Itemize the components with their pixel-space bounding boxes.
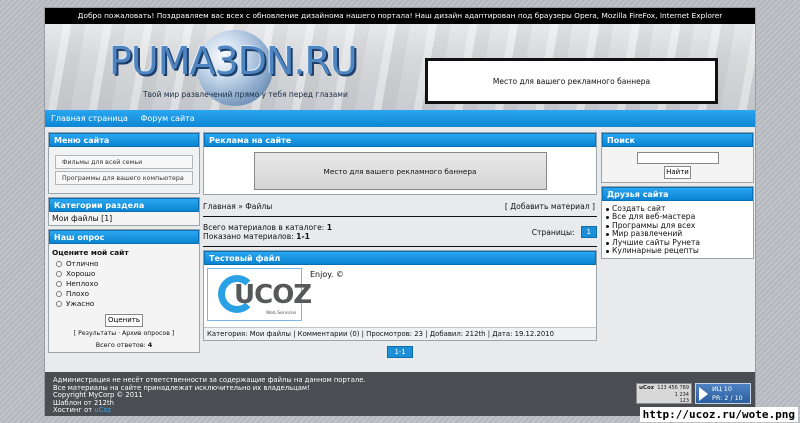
stats-text: Всего материалов в каталоге: 1 Показано … bbox=[203, 223, 332, 241]
ad-title: Реклама на сайте bbox=[204, 133, 596, 147]
poll-links[interactable]: [ Результаты · Архив опросов ] bbox=[52, 330, 196, 337]
poll-body: Оцените мой сайт Отлично Хорошо Неплохо … bbox=[49, 244, 199, 352]
poll-title: Наш опрос bbox=[49, 230, 199, 244]
category-my-files[interactable]: Мои файлы [1] bbox=[49, 212, 199, 225]
poll-question: Оцените мой сайт bbox=[52, 248, 129, 257]
friends-title: Друзья сайта bbox=[602, 187, 753, 201]
poll-block: Наш опрос Оцените мой сайт Отлично Хорош… bbox=[48, 229, 200, 353]
shown-label: Показано материалов: bbox=[203, 232, 294, 241]
arrow-icon bbox=[699, 387, 708, 401]
bottom-page-button[interactable]: 1-1 bbox=[387, 346, 413, 358]
entry-body: UCOZ Web Services Enjoy. © bbox=[204, 265, 596, 327]
poll-option[interactable]: Ужасно bbox=[52, 299, 196, 309]
mid-ad-banner[interactable]: Место для вашего рекламного баннера bbox=[253, 152, 547, 190]
friend-link[interactable]: Кулинарные рецепты bbox=[606, 246, 749, 255]
main-column: Реклама на сайте Место для вашего реклам… bbox=[203, 132, 597, 358]
menu-title: Меню сайта bbox=[49, 133, 199, 147]
right-column: Поиск Найти Друзья сайта Создать сайт Вс… bbox=[601, 132, 754, 262]
content-area: Меню сайта Фильмы для всей семьи Програм… bbox=[45, 127, 755, 358]
nav-home-link[interactable]: Главная страница bbox=[51, 114, 128, 123]
radio-icon[interactable] bbox=[56, 291, 62, 297]
top-ad-banner[interactable]: Место для вашего рекламного баннера bbox=[425, 58, 718, 104]
site-logo[interactable]: PUMA3DN.RU bbox=[109, 40, 358, 82]
divider bbox=[203, 246, 597, 247]
poll-option-label: Отлично bbox=[66, 259, 99, 268]
ad-block: Реклама на сайте Место для вашего реклам… bbox=[203, 132, 597, 195]
file-entry: Тестовый файл UCOZ Web Services Enjoy. ©… bbox=[203, 250, 597, 341]
search-title: Поиск bbox=[602, 133, 753, 147]
poll-option[interactable]: Плохо bbox=[52, 289, 196, 299]
vote-button[interactable]: Оценить bbox=[105, 314, 143, 327]
friends-list: Создать сайт Все для веб-мастера Програм… bbox=[602, 201, 753, 259]
poll-total-label: Всего ответов: bbox=[95, 341, 146, 349]
counter-value: 123 bbox=[679, 398, 689, 404]
welcome-bar: Добро пожаловать! Поздравляем вас всех с… bbox=[45, 8, 755, 24]
ucoz-logo-sub: Web Services bbox=[266, 311, 297, 316]
pager: Страницы: 1 bbox=[532, 223, 597, 241]
total-value: 1 bbox=[326, 223, 333, 232]
watermark-url: http://ucoz.ru/wote.png bbox=[639, 407, 798, 422]
yandex-cy-counter[interactable]: ИЦ 10 PR: 2 / 10 bbox=[695, 383, 751, 404]
main-nav: Главная страница Форум сайта bbox=[45, 110, 755, 127]
shown-value: 1-1 bbox=[296, 232, 310, 241]
search-button[interactable]: Найти bbox=[664, 166, 691, 179]
categories-title: Категории раздела bbox=[49, 198, 199, 212]
menu-item-programs[interactable]: Программы для вашего компьютера bbox=[55, 171, 193, 185]
poll-option[interactable]: Хорошо bbox=[52, 269, 196, 279]
menu-list: Фильмы для всей семьи Программы для ваше… bbox=[49, 147, 199, 193]
site-slogan: Твой мир развлечений прямо у тебя перед … bbox=[143, 90, 348, 99]
poll-total: Всего ответов: 4 bbox=[52, 341, 196, 349]
poll-option-label: Плохо bbox=[66, 289, 90, 298]
search-body: Найти bbox=[602, 147, 753, 182]
page: Добро пожаловать! Поздравляем вас всех с… bbox=[44, 7, 756, 416]
ucoz-logo[interactable]: UCOZ Web Services bbox=[207, 268, 312, 321]
breadcrumb[interactable]: Главная » Файлы bbox=[203, 202, 272, 212]
poll-total-value: 4 bbox=[147, 341, 153, 349]
poll-option-label: Неплохо bbox=[66, 279, 99, 288]
shown-materials: Показано материалов: 1-1 bbox=[203, 232, 332, 241]
poll-option[interactable]: Отлично bbox=[52, 259, 196, 269]
categories-block: Категории раздела Мои файлы [1] bbox=[48, 197, 200, 226]
add-material-link[interactable]: [ Добавить материал ] bbox=[505, 202, 595, 212]
page-button[interactable]: 1 bbox=[580, 226, 597, 238]
menu-block: Меню сайта Фильмы для всей семьи Програм… bbox=[48, 132, 200, 194]
poll-option-label: Ужасно bbox=[66, 299, 95, 308]
radio-icon[interactable] bbox=[56, 271, 62, 277]
poll-option[interactable]: Неплохо bbox=[52, 279, 196, 289]
search-input[interactable] bbox=[636, 152, 719, 164]
radio-icon[interactable] bbox=[56, 261, 62, 267]
ucoz-link[interactable]: uCoz bbox=[94, 406, 111, 415]
pr-value: PR: 2 / 10 bbox=[712, 394, 743, 402]
entry-text: Enjoy. © bbox=[310, 270, 344, 279]
ucoz-counter[interactable]: uCoz 123 456 789 1 234 123 bbox=[636, 383, 692, 404]
bottom-pager: 1-1 bbox=[203, 346, 597, 358]
nav-forum-link[interactable]: Форум сайта bbox=[140, 114, 194, 123]
ad-body: Место для вашего рекламного баннера bbox=[204, 147, 596, 194]
menu-item-films[interactable]: Фильмы для всей семьи bbox=[55, 155, 193, 169]
divider bbox=[203, 216, 597, 217]
counter-label: uCoz bbox=[639, 385, 654, 391]
search-block: Поиск Найти bbox=[601, 132, 754, 183]
total-label: Всего материалов в каталоге: bbox=[203, 223, 325, 232]
site-header: PUMA3DN.RU Твой мир развлечений прямо у … bbox=[45, 24, 755, 110]
footer-hosting-label: Хостинг от bbox=[53, 406, 93, 415]
catalog-stats: Всего материалов в каталоге: 1 Показано … bbox=[203, 223, 597, 241]
radio-icon[interactable] bbox=[56, 301, 62, 307]
poll-option-label: Хорошо bbox=[66, 269, 96, 278]
left-column: Меню сайта Фильмы для всей семьи Програм… bbox=[48, 132, 200, 356]
cy-value: ИЦ 10 bbox=[712, 385, 732, 393]
entry-title[interactable]: Тестовый файл bbox=[204, 251, 596, 265]
entry-meta: Категория: Мои файлы | Комментарии (0) |… bbox=[204, 327, 596, 340]
friends-block: Друзья сайта Создать сайт Все для веб-ма… bbox=[601, 186, 754, 260]
pages-label: Страницы: bbox=[531, 227, 575, 237]
ucoz-logo-text: UCOZ bbox=[234, 280, 312, 310]
total-materials: Всего материалов в каталоге: 1 bbox=[203, 223, 332, 232]
radio-icon[interactable] bbox=[56, 281, 62, 287]
breadcrumb-row: Главная » Файлы [ Добавить материал ] bbox=[203, 202, 597, 212]
